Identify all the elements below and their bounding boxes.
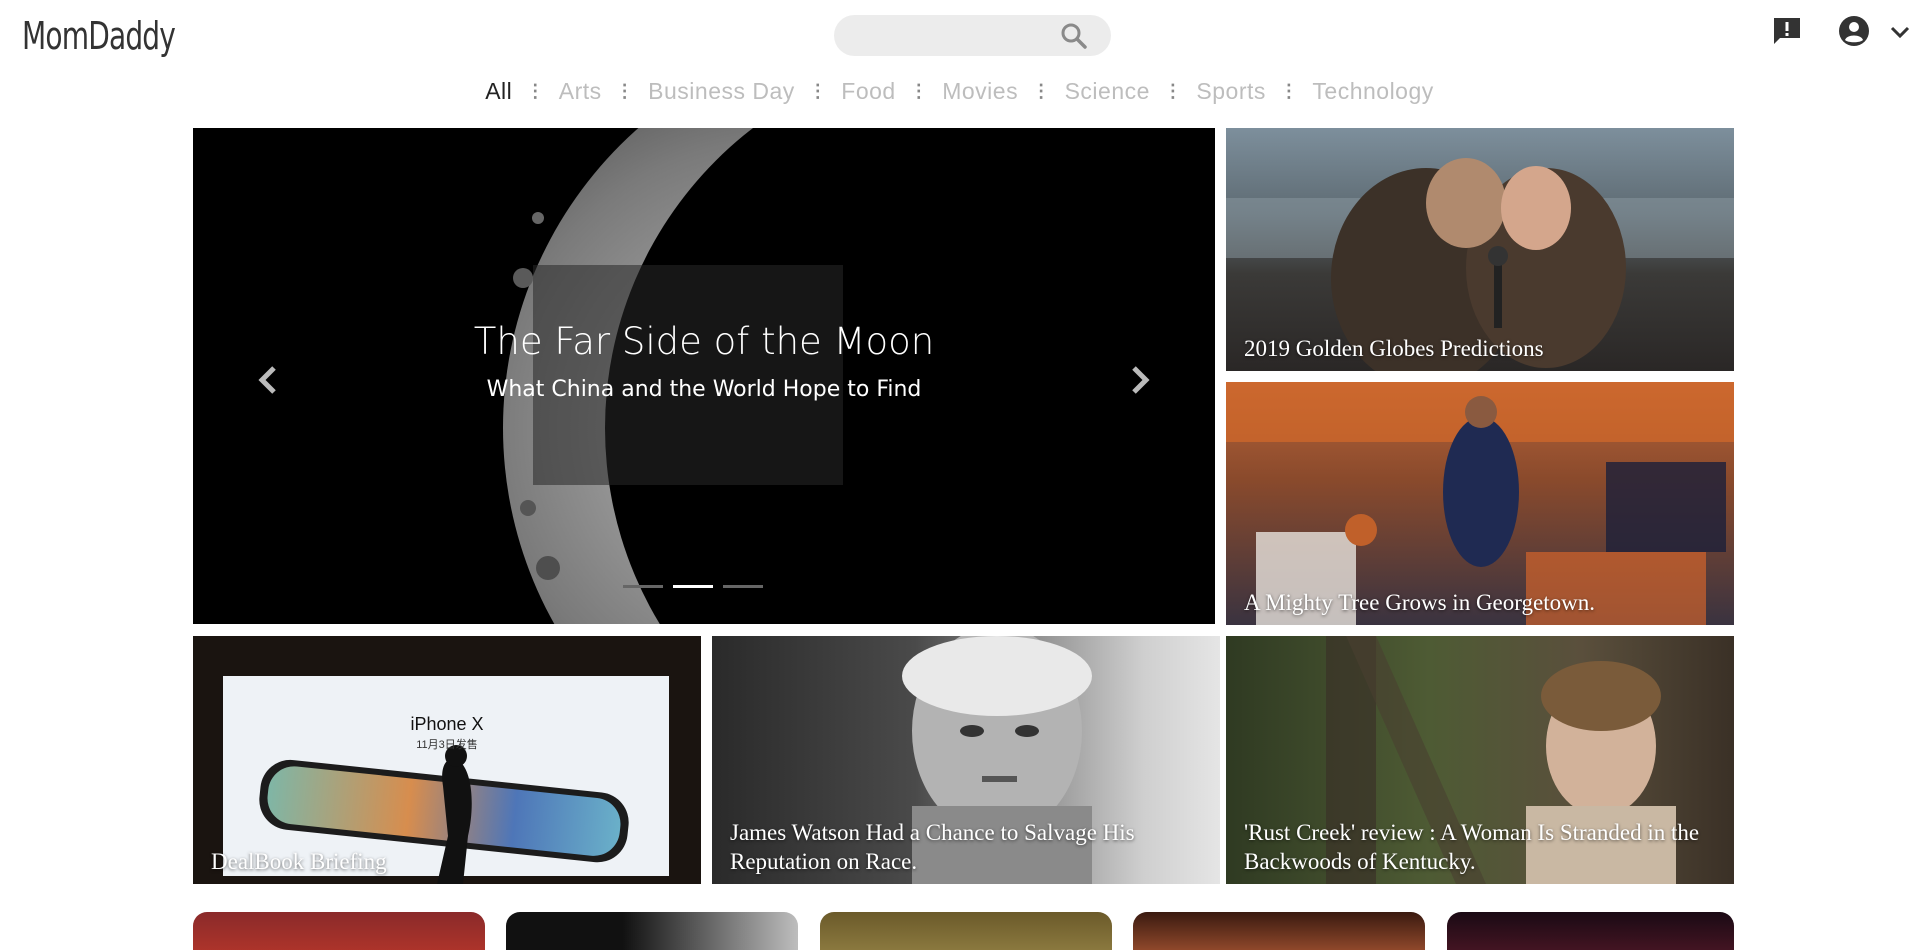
hero-carousel[interactable]: The Far Side of the Moon What China and …: [193, 128, 1215, 624]
story-caption: A Mighty Tree Grows in Georgetown.: [1244, 590, 1595, 615]
story-card[interactable]: 2019 Golden Globes Predictions: [1226, 128, 1734, 371]
nav-separator: ⋮: [1032, 81, 1051, 101]
nav-item-technology[interactable]: Technology: [1302, 78, 1443, 105]
nav-separator: ⋮: [808, 81, 828, 101]
category-nav: All ⋮ Arts ⋮ Business Day ⋮ Food ⋮ Movie…: [0, 76, 1919, 106]
story-thumbnail[interactable]: [1447, 912, 1734, 950]
story-thumbnail[interactable]: [820, 912, 1112, 950]
account-icon[interactable]: [1838, 15, 1870, 47]
story-card[interactable]: iPhone X 11月3日发售 DealBook Briefing: [193, 636, 701, 884]
chevron-right-icon[interactable]: [1120, 360, 1160, 400]
carousel-dot[interactable]: [723, 585, 763, 588]
iphone-ad-brand: iPhone X: [410, 714, 484, 734]
nav-separator: ⋮: [1163, 81, 1183, 101]
moon-image: [503, 128, 1215, 624]
nav-separator: ⋮: [1279, 81, 1299, 101]
nav-item-all[interactable]: All: [475, 78, 522, 105]
story-card[interactable]: James Watson Had a Chance to Salvage His…: [712, 636, 1220, 884]
carousel-dot[interactable]: [623, 585, 663, 588]
nav-item-movies[interactable]: Movies: [932, 78, 1028, 105]
nav-item-science[interactable]: Science: [1055, 78, 1160, 105]
carousel-indicators: [623, 585, 763, 588]
iphone-ad-date: 11月3日发售: [416, 739, 478, 751]
hero-title[interactable]: The Far Side of the Moon: [193, 320, 1215, 363]
nav-separator: ⋮: [909, 81, 929, 101]
nav-item-sports[interactable]: Sports: [1186, 78, 1275, 105]
hero-subtitle: What China and the World Hope to Find: [486, 377, 922, 402]
chevron-down-icon[interactable]: [1886, 18, 1914, 46]
carousel-dot-active[interactable]: [673, 585, 713, 588]
story-thumbnail[interactable]: [193, 912, 485, 950]
story-caption: James Watson Had a Chance to Salvage His…: [730, 820, 1135, 874]
feedback-icon[interactable]: [1771, 15, 1803, 47]
story-thumbnail[interactable]: [1133, 912, 1425, 950]
search-icon[interactable]: [1059, 21, 1089, 51]
story-caption: 2019 Golden Globes Predictions: [1244, 336, 1544, 361]
site-logo[interactable]: MomDaddy: [22, 14, 176, 58]
nav-item-arts[interactable]: Arts: [549, 78, 612, 105]
story-caption: DealBook Briefing: [211, 849, 387, 874]
nav-item-business-day[interactable]: Business Day: [638, 78, 805, 105]
story-card[interactable]: A Mighty Tree Grows in Georgetown.: [1226, 382, 1734, 625]
story-caption: 'Rust Creek' review : A Woman Is Strande…: [1244, 820, 1700, 874]
nav-item-food[interactable]: Food: [831, 78, 905, 105]
nav-separator: ⋮: [526, 81, 545, 101]
nav-separator: ⋮: [615, 81, 635, 101]
story-thumbnail[interactable]: [506, 912, 798, 950]
search-input[interactable]: [834, 15, 1111, 56]
story-card[interactable]: 'Rust Creek' review : A Woman Is Strande…: [1226, 636, 1734, 884]
chevron-left-icon[interactable]: [248, 360, 288, 400]
